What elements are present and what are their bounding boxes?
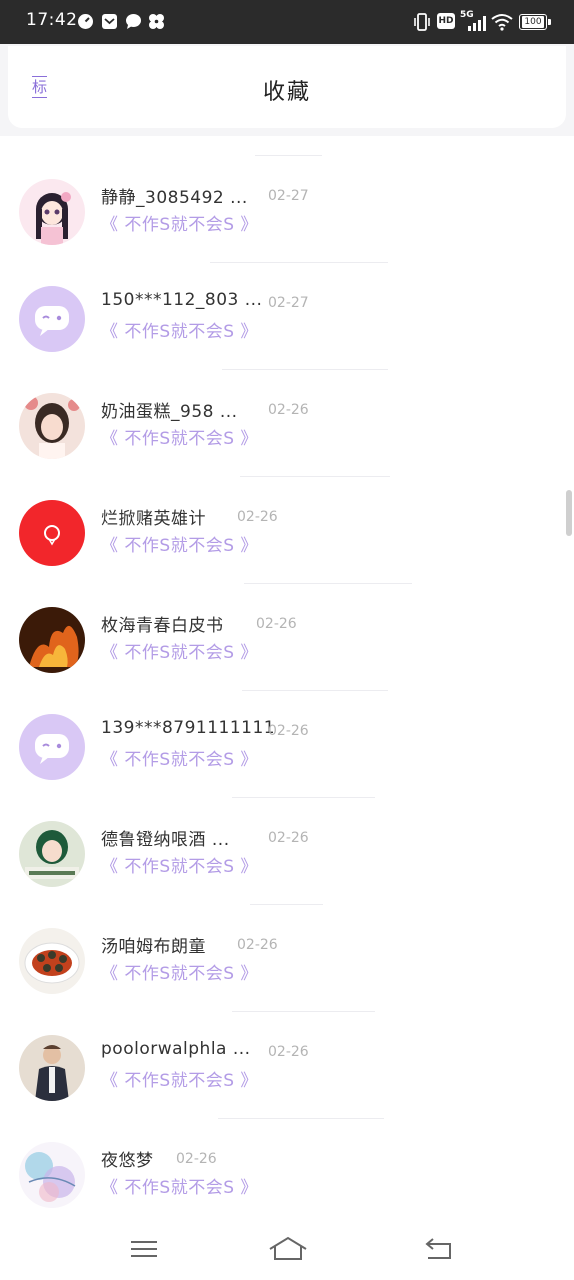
header: 标 收藏 — [0, 44, 574, 136]
wifi-icon — [491, 14, 513, 31]
favorite-list-item[interactable]: 德鲁镫纳哏酒 ... 02-26 《 不作S就不会S 》 — [0, 792, 574, 899]
item-date: 02-26 — [237, 509, 278, 525]
avatar[interactable] — [19, 1142, 85, 1208]
page-title: 收藏 — [262, 80, 311, 105]
book-title-link[interactable]: 《 不作S就不会S 》 — [101, 852, 258, 877]
row-divider — [244, 583, 412, 584]
vibrate-icon — [414, 13, 430, 31]
user-name: 枚海青春白皮书 — [101, 616, 224, 636]
favorite-list-item[interactable]: 139***8791111111 02-26 《 不作S就不会S 》 — [0, 685, 574, 792]
item-date: 02-27 — [268, 295, 309, 311]
book-title-link[interactable]: 《 不作S就不会S 》 — [101, 317, 258, 342]
user-name: 烂掀赌英雄计 — [101, 509, 206, 529]
user-name: 汤咱姆布朗童 — [101, 937, 206, 957]
favorite-list-item[interactable]: 烂掀赌英雄计 02-26 《 不作S就不会S 》 — [0, 471, 574, 578]
user-name: 139***8791111111 — [101, 718, 276, 738]
row-divider — [232, 1011, 375, 1012]
favorite-list-item[interactable]: 汤咱姆布朗童 02-26 《 不作S就不会S 》 — [0, 899, 574, 1006]
item-date: 02-26 — [268, 830, 309, 846]
book-title-link[interactable]: 《 不作S就不会S 》 — [101, 745, 258, 770]
row-divider — [255, 155, 322, 156]
row-divider — [210, 262, 388, 263]
avatar[interactable] — [19, 1035, 85, 1101]
avatar[interactable] — [19, 607, 85, 673]
menu-icon[interactable] — [124, 1232, 164, 1266]
item-date: 02-26 — [256, 616, 297, 632]
book-title-link[interactable]: 《 不作S就不会S 》 — [101, 638, 258, 663]
user-name: 静静_3085492 ... — [101, 188, 248, 208]
row-divider — [240, 476, 390, 477]
user-name: 150***112_803 ... — [101, 290, 263, 310]
item-date: 02-26 — [176, 1151, 217, 1167]
chat-bubble-icon — [126, 14, 141, 29]
avatar[interactable] — [19, 286, 85, 352]
user-name: poolorwalphla ... — [101, 1039, 251, 1059]
user-name: 夜悠梦 — [101, 1151, 154, 1171]
item-date: 02-26 — [268, 1044, 309, 1060]
avatar[interactable] — [19, 714, 85, 780]
pinwheel-icon — [149, 14, 164, 29]
clock-icon — [78, 14, 93, 29]
favorite-list-item[interactable]: 静静_3085492 ... 02-27 《 不作S就不会S 》 — [0, 150, 574, 257]
row-divider — [222, 369, 388, 370]
book-title-link[interactable]: 《 不作S就不会S 》 — [101, 531, 258, 556]
status-bar: 17:42 HD 5G 100 — [0, 0, 574, 44]
signal-icon — [468, 16, 486, 31]
item-date: 02-26 — [237, 937, 278, 953]
book-title-link[interactable]: 《 不作S就不会S 》 — [101, 959, 258, 984]
avatar[interactable] — [19, 928, 85, 994]
battery-icon: 100 — [519, 14, 551, 30]
book-title-link[interactable]: 《 不作S就不会S 》 — [101, 210, 258, 235]
book-title-link[interactable]: 《 不作S就不会S 》 — [101, 424, 258, 449]
user-name: 奶油蛋糕_958 ... — [101, 402, 238, 422]
row-divider — [232, 797, 375, 798]
user-name: 德鲁镫纳哏酒 ... — [101, 830, 230, 850]
favorite-list-item[interactable]: 150***112_803 ... 02-27 《 不作S就不会S 》 — [0, 257, 574, 364]
avatar[interactable] — [19, 500, 85, 566]
avatar[interactable] — [19, 393, 85, 459]
avatar[interactable] — [19, 821, 85, 887]
battery-level: 100 — [522, 16, 544, 28]
favorite-list-item[interactable]: 枚海青春白皮书 02-26 《 不作S就不会S 》 — [0, 578, 574, 685]
favorite-list-item[interactable]: 夜悠梦 02-26 《 不作S就不会S 》 — [0, 1113, 574, 1220]
book-title-link[interactable]: 《 不作S就不会S 》 — [101, 1173, 258, 1198]
item-date: 02-26 — [268, 402, 309, 418]
item-date: 02-26 — [268, 723, 309, 739]
row-divider — [242, 690, 388, 691]
mail-icon — [102, 14, 117, 29]
book-title-link[interactable]: 《 不作S就不会S 》 — [101, 1066, 258, 1091]
scrollbar-thumb[interactable] — [566, 490, 572, 536]
system-nav-bar — [0, 1218, 574, 1280]
favorite-list-item[interactable]: poolorwalphla ... 02-26 《 不作S就不会S 》 — [0, 1006, 574, 1113]
avatar[interactable] — [19, 179, 85, 245]
back-icon[interactable] — [420, 1232, 460, 1266]
item-date: 02-27 — [268, 188, 309, 204]
row-divider — [218, 1118, 384, 1119]
status-time: 17:42 — [26, 10, 78, 30]
home-icon[interactable] — [266, 1232, 310, 1266]
header-card: 标 收藏 — [8, 46, 566, 128]
favorite-list-item[interactable]: 奶油蛋糕_958 ... 02-26 《 不作S就不会S 》 — [0, 364, 574, 471]
row-divider — [250, 904, 323, 905]
hd-icon: HD — [437, 13, 455, 29]
